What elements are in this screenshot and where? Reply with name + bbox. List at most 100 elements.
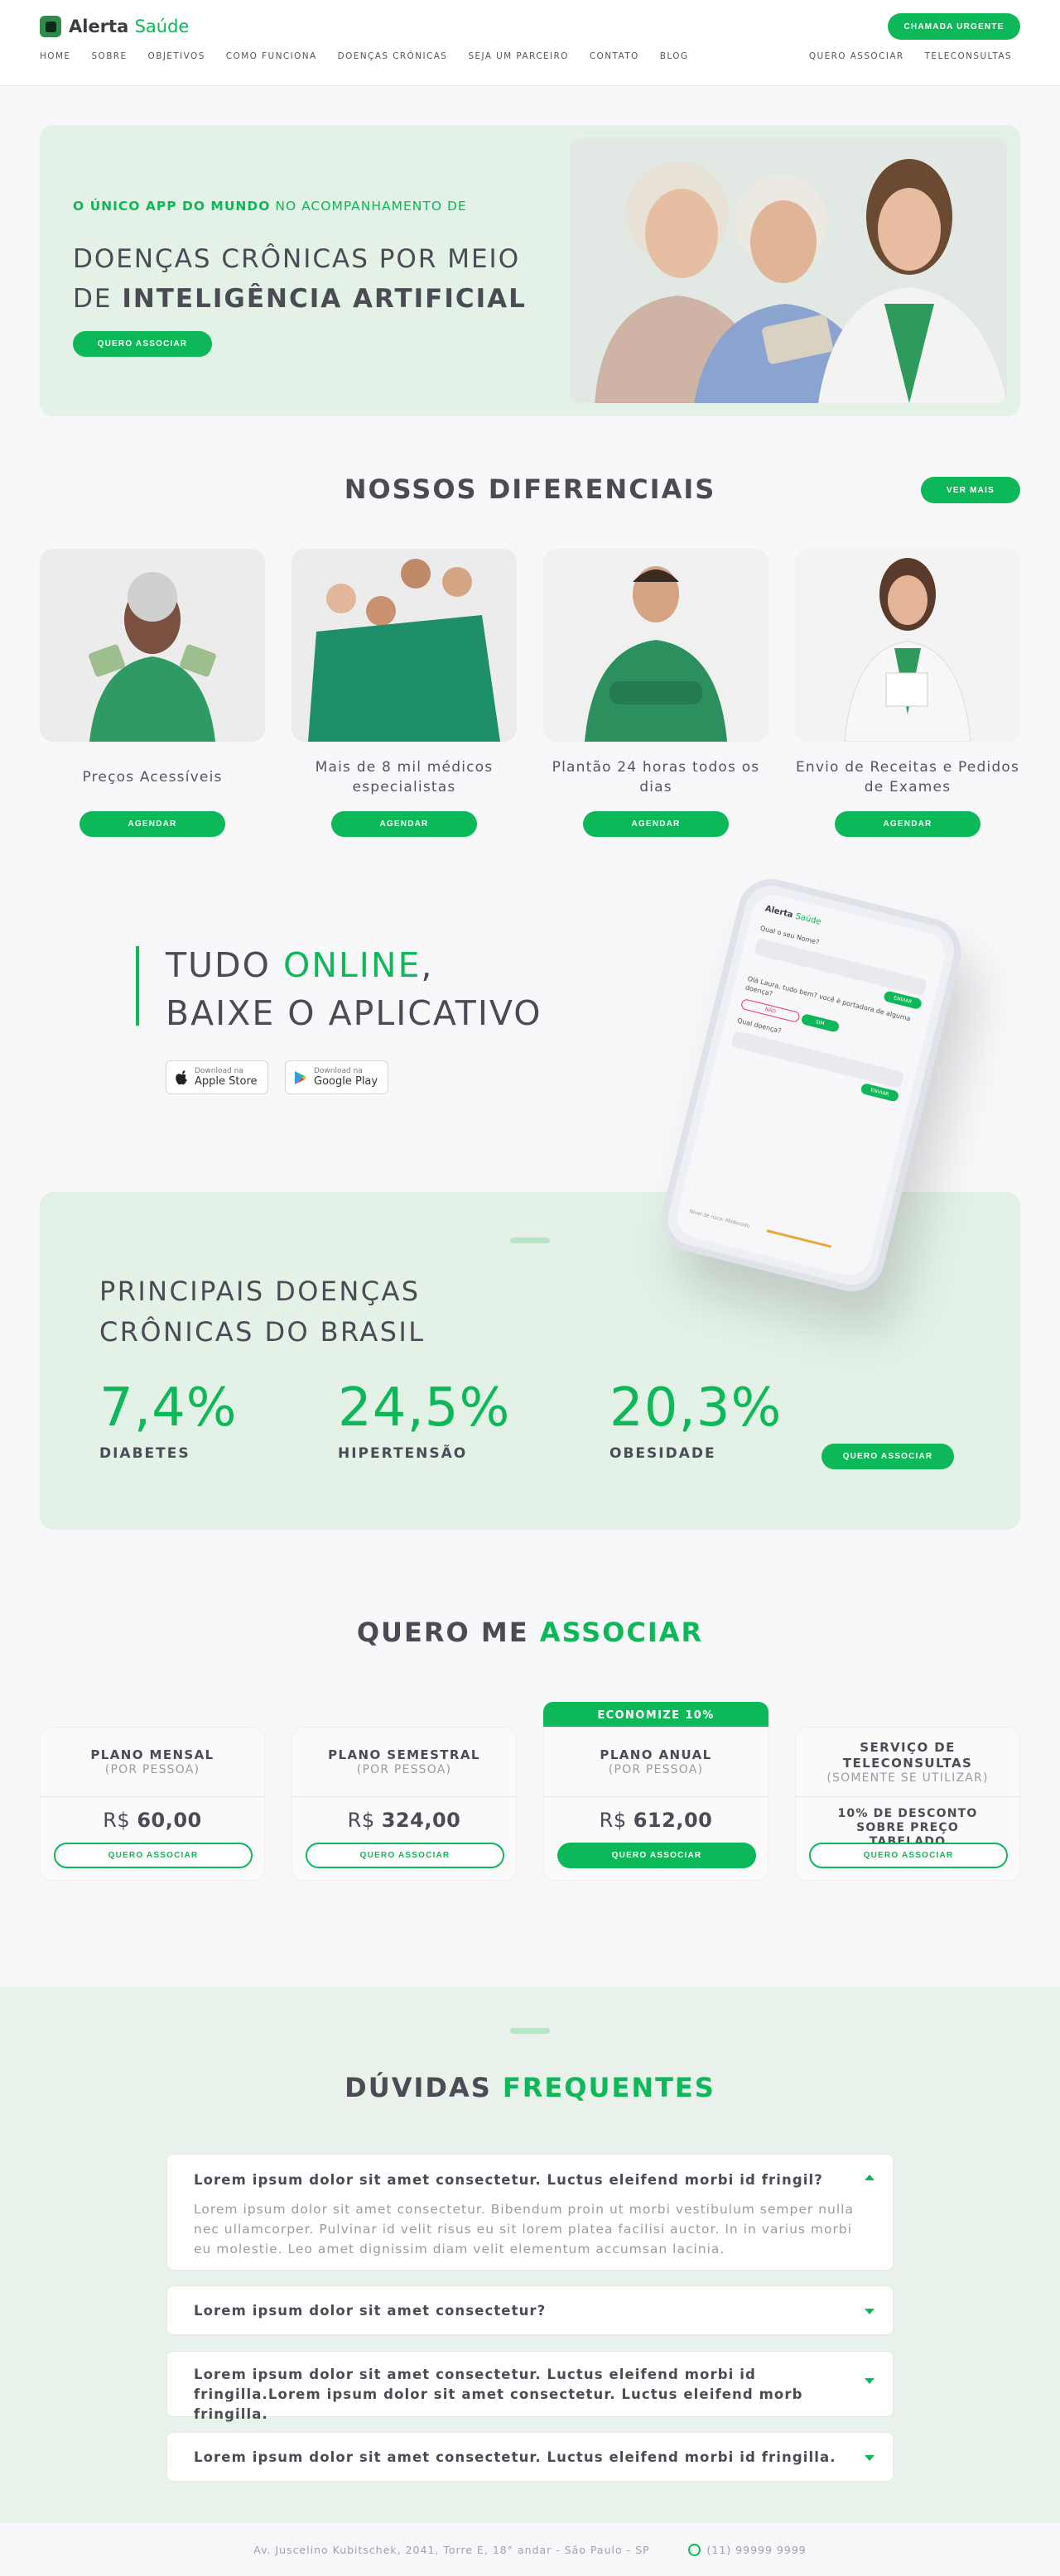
hero-title: DOENÇAS CRÔNICAS POR MEIO DE INTELIGÊNCI… — [73, 244, 527, 314]
faq-answer: Lorem ipsum dolor sit amet consectetur. … — [194, 2202, 854, 2256]
footer-address: Av. Juscelino Kubitschek, 2041, Torre E,… — [253, 2543, 650, 2556]
card-label: Preços Acessíveis — [82, 769, 223, 786]
brand-name-light: Saúde — [134, 17, 190, 36]
plan-name: PLANO ANUAL — [600, 1747, 712, 1762]
card-label: Envio de Receitas e Pedidos de Exames — [795, 759, 1020, 795]
stat-name: OBESIDADE — [610, 1445, 716, 1462]
faq-question: Lorem ipsum dolor sit amet consectetur. … — [194, 2367, 803, 2422]
card-photo — [795, 549, 1020, 742]
plan-associate-button[interactable]: QUERO ASSOCIAR — [809, 1843, 1008, 1868]
faq-item[interactable]: Lorem ipsum dolor sit amet consectetur? — [166, 2285, 894, 2335]
stat-value: 7,4% — [99, 1377, 238, 1439]
chevron-down-icon[interactable] — [865, 2309, 874, 2314]
card-photo — [40, 549, 265, 742]
stat-hipertensao: 24,5% HIPERTENSÃO — [338, 1379, 510, 1462]
plan-sub: (POR PESSOA) — [356, 1763, 452, 1776]
chevron-down-icon[interactable] — [865, 2378, 874, 2384]
secondary-nav: QUERO ASSOCIAR TELECONSULTAS — [809, 51, 1012, 61]
stat-value: 24,5% — [338, 1377, 511, 1439]
nav-teleconsultas[interactable]: TELECONSULTAS — [925, 51, 1012, 61]
plan-sub: (SOMENTE SE UTILIZAR) — [826, 1771, 989, 1785]
google-play-button[interactable]: Download na Google Play — [285, 1060, 389, 1094]
nav-objetivos[interactable]: OBJETIVOS — [148, 51, 205, 61]
faq-item[interactable]: Lorem ipsum dolor sit amet consectetur. … — [166, 2432, 894, 2482]
plan-associate-button[interactable]: QUERO ASSOCIAR — [557, 1843, 756, 1868]
google-play-icon — [295, 1070, 306, 1084]
faq-question: Lorem ipsum dolor sit amet consectetur. … — [194, 2449, 836, 2465]
phone-brand-bold: Alerta — [764, 904, 794, 920]
card-label: Plantão 24 horas todos os dias — [552, 759, 760, 795]
phone-brand-light: Saúde — [794, 911, 822, 927]
apple-icon — [176, 1069, 187, 1084]
section-divider — [510, 1238, 550, 1243]
section-divider — [510, 2028, 550, 2034]
faq-question: Lorem ipsum dolor sit amet consectetur. … — [194, 2172, 823, 2188]
plan-price: R$ 612,00 — [599, 1809, 713, 1832]
app-section-title: TUDO ONLINE, BAIXE O APLICATIVO — [166, 945, 542, 1033]
diferencial-card: Envio de Receitas e Pedidos de Exames AG… — [795, 549, 1020, 837]
plan-price: R$ 324,00 — [347, 1809, 461, 1832]
plan-name: SERVIÇO DE TELECONSULTAS — [842, 1739, 973, 1771]
hero-associate-button[interactable]: QUERO ASSOCIAR — [73, 331, 212, 357]
accent-bar — [136, 946, 139, 1026]
card-photo — [292, 549, 517, 742]
chevron-up-icon[interactable] — [865, 2175, 874, 2180]
hero-family-photo — [570, 138, 1007, 403]
stat-value: 20,3% — [610, 1377, 783, 1439]
nav-sobre[interactable]: SOBRE — [91, 51, 127, 61]
diferencial-card: Preços Acessíveis AGENDAR — [40, 549, 265, 837]
planos-title: QUERO ME ASSOCIAR — [356, 1617, 704, 1648]
nav-seja-parceiro[interactable]: SEJA UM PARCEIRO — [468, 51, 568, 61]
apple-store-button[interactable]: Download na Apple Store — [166, 1060, 268, 1094]
doencas-title: PRINCIPAIS DOENÇAS CRÔNICAS DO BRASIL — [99, 1276, 426, 1348]
faq-item[interactable]: Lorem ipsum dolor sit amet consectetur. … — [166, 2351, 894, 2422]
diferenciais-title: NOSSOS DIFERENCIAIS — [344, 473, 716, 505]
phone-yes-button: SIM — [800, 1012, 840, 1033]
plan-card-anual: PLANO ANUAL (POR PESSOA) R$ 612,00 QUERO … — [543, 1727, 768, 1881]
main-nav: HOME SOBRE OBJETIVOS COMO FUNCIONA DOENÇ… — [40, 51, 709, 61]
plan-associate-button[interactable]: QUERO ASSOCIAR — [54, 1843, 253, 1868]
agendar-button[interactable]: AGENDAR — [583, 811, 729, 837]
nav-doencas-cronicas[interactable]: DOENÇAS CRÔNICAS — [338, 51, 448, 61]
plan-card-mensal: PLANO MENSAL (POR PESSOA) R$ 60,00 QUERO … — [40, 1727, 265, 1881]
faq-title: DÚVIDAS FREQUENTES — [344, 2072, 716, 2103]
faq-item-open[interactable]: Lorem ipsum dolor sit amet consectetur. … — [166, 2154, 894, 2271]
faq-question: Lorem ipsum dolor sit amet consectetur? — [194, 2303, 547, 2319]
nav-blog[interactable]: BLOG — [660, 51, 689, 61]
footer-phone[interactable]: (11) 99999 9999 — [687, 2543, 807, 2556]
phone-risk-level: Nível de risco: Moderado — [688, 1209, 750, 1229]
stat-obesidade: 20,3% OBESIDADE — [610, 1379, 782, 1462]
stat-name: HIPERTENSÃO — [338, 1445, 468, 1462]
nav-home[interactable]: HOME — [40, 51, 70, 61]
risk-bar — [766, 1229, 831, 1248]
plan-price: R$ 60,00 — [103, 1809, 202, 1832]
nav-contato[interactable]: CONTATO — [590, 51, 639, 61]
chevron-down-icon[interactable] — [865, 2455, 874, 2461]
nav-quero-associar[interactable]: QUERO ASSOCIAR — [809, 51, 904, 61]
diferencial-card: Mais de 8 mil médicos especialistas AGEN… — [292, 549, 517, 837]
diferencial-card: Plantão 24 horas todos os dias AGENDAR — [543, 549, 768, 837]
ver-mais-button[interactable]: VER MAIS — [921, 477, 1020, 503]
card-label: Mais de 8 mil médicos especialistas — [315, 759, 494, 795]
hero-banner: O ÚNICO APP DO MUNDO NO ACOMPANHAMENTO D… — [40, 125, 1020, 416]
stat-name: DIABETES — [99, 1445, 190, 1462]
plan-name: PLANO SEMESTRAL — [328, 1747, 480, 1762]
plan-sub: (POR PESSOA) — [608, 1763, 704, 1776]
hero-kicker: O ÚNICO APP DO MUNDO NO ACOMPANHAMENTO D… — [73, 199, 467, 214]
whatsapp-icon — [687, 2543, 701, 2556]
logo-icon — [40, 16, 61, 37]
agendar-button[interactable]: AGENDAR — [80, 811, 225, 837]
doencas-associate-button[interactable]: QUERO ASSOCIAR — [822, 1444, 954, 1469]
site-footer: Av. Juscelino Kubitschek, 2041, Torre E,… — [0, 2523, 1060, 2576]
urgent-call-button[interactable]: CHAMADA URGENTE — [888, 13, 1020, 40]
plan-name: PLANO MENSAL — [90, 1747, 214, 1762]
brand-logo[interactable]: Alerta Saúde — [40, 16, 189, 37]
brand-name-bold: Alerta — [69, 17, 129, 36]
agendar-button[interactable]: AGENDAR — [331, 811, 477, 837]
plan-card-teleconsultas: SERVIÇO DE TELECONSULTAS (SOMENTE SE UTIL… — [795, 1727, 1020, 1881]
plan-associate-button[interactable]: QUERO ASSOCIAR — [306, 1843, 504, 1868]
discount-badge: ECONOMIZE 10% — [543, 1702, 768, 1728]
nav-como-funciona[interactable]: COMO FUNCIONA — [226, 51, 317, 61]
agendar-button[interactable]: AGENDAR — [835, 811, 980, 837]
card-photo — [543, 549, 768, 742]
